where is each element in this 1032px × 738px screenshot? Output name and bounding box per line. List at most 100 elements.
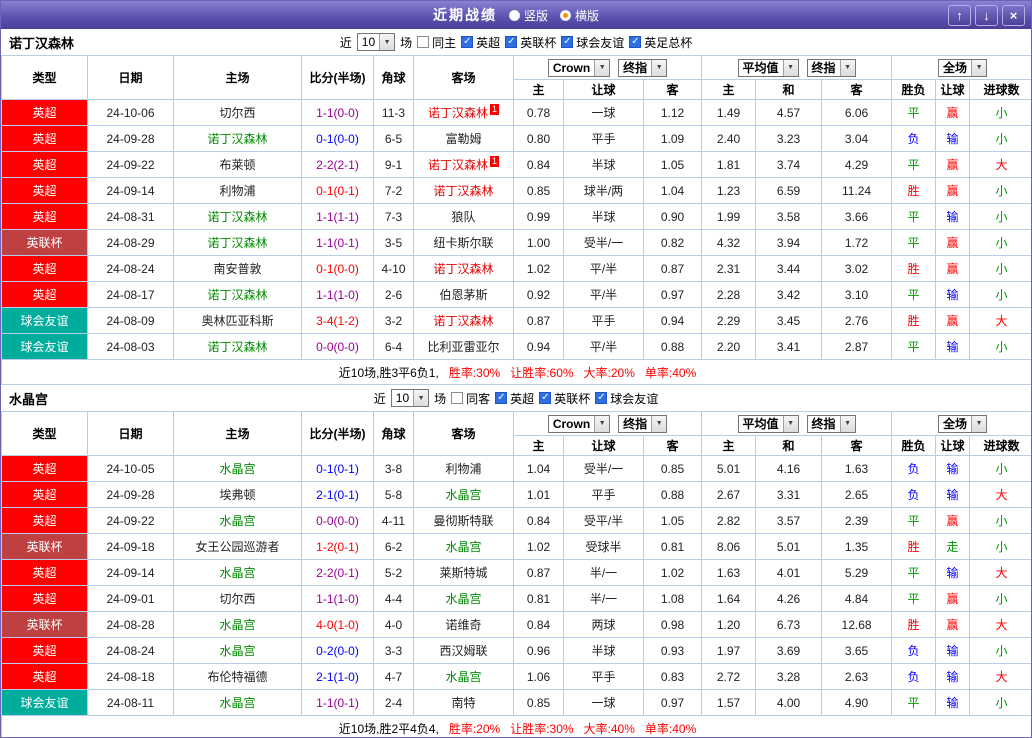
euro-away-odds-cell: 4.90 [821,689,893,716]
date-cell: 24-09-22 [87,507,174,534]
score-cell: 0-0(0-0) [301,333,374,360]
match-row: 英超 24-09-01 切尔西 1-1(1-0) 4-4 水晶宫 0.81 半/一 1.08 1.… [1,585,1031,612]
away-team-cell: 伯恩茅斯 [413,281,514,308]
euro-draw-odds-cell: 5.01 [755,533,823,560]
close-button[interactable]: × [1002,4,1025,26]
subcol-goals: 进球数 [969,79,1031,100]
subcol-euro-home: 主 [701,79,757,100]
euro-home-odds-cell: 8.06 [701,533,757,560]
checkbox-label: 球会友谊 [610,391,659,406]
red-card-badge: 1 [490,104,500,115]
checkbox-label: 英联杯 [554,391,591,406]
match-count-select[interactable]: 10 ▼ [390,389,430,407]
radio-label: 横版 [575,8,600,23]
summary-stat: 单率:40% [644,365,697,380]
away-team-cell: 诺丁汉森林 1 [413,151,514,178]
match-row: 英超 24-09-28 埃弗顿 2-1(0-1) 5-8 水晶宫 1.01 平手 0.88 2.6… [1,481,1031,508]
league-filter-checkbox[interactable]: 球会友谊 [595,390,658,407]
col-header-home: 主场 [173,411,302,456]
radio-selected-icon [560,9,571,21]
chevron-down-icon: ▼ [594,415,610,432]
date-cell: 24-08-03 [87,333,174,360]
league-filter-checkbox[interactable]: 英超 [495,390,534,407]
radio-unselected-icon [508,9,520,21]
asian-away-water-cell: 0.90 [642,203,703,230]
col-header-corners: 角球 [373,411,414,456]
near-label: 近 [339,35,352,50]
move-up-button[interactable]: ↑ [948,4,971,26]
asian-away-water-cell: 0.81 [642,533,703,560]
euro-draw-odds-cell: 3.41 [755,333,823,360]
euro-draw-odds-cell: 3.44 [755,255,823,282]
asian-odds-stage-select[interactable]: 终指 ▼ [618,414,668,433]
asian-handicap-cell: 平手 [563,125,644,152]
league-filter-checkbox[interactable]: 英足总杯 [629,34,692,51]
league-type-cell: 英联杯 [1,533,88,560]
asian-home-water-cell: 0.85 [513,177,564,204]
match-row: 英联杯 24-08-29 诺丁汉森林 1-1(0-1) 3-5 纽卡斯尔联 1.00 受半/一… [1,229,1031,256]
euro-home-odds-cell: 2.67 [701,481,757,508]
euro-home-odds-cell: 1.99 [701,203,757,230]
match-row: 英超 24-09-28 诺丁汉森林 0-1(0-0) 6-5 富勒姆 0.80 平手 1.09 2… [1,125,1031,152]
home-team-cell: 诺丁汉森林 [173,203,302,230]
euro-draw-odds-cell: 4.01 [755,559,823,586]
home-team-cell: 诺丁汉森林 [173,125,302,152]
subcol-goals: 进球数 [969,435,1031,456]
asian-home-water-cell: 0.96 [513,637,564,664]
league-filter-checkbox[interactable]: 球会友谊 [561,34,624,51]
league-filter-checkbox[interactable]: 英联杯 [539,390,590,407]
league-type-cell: 英超 [1,637,88,664]
summary-stat: 单率:40% [644,721,697,736]
asian-home-water-cell: 0.84 [513,611,564,638]
euro-draw-odds-cell: 3.58 [755,203,823,230]
fulltime-result-cell: 负 [891,455,937,482]
euro-home-odds-cell: 1.20 [701,611,757,638]
corners-cell: 5-2 [373,559,414,586]
match-count-select[interactable]: 10 ▼ [356,33,396,51]
col-header-home: 主场 [173,55,302,100]
score-cell: 2-1(1-0) [301,663,374,690]
asian-away-water-cell: 1.08 [642,585,703,612]
euro-odds-type-select[interactable]: 平均值 ▼ [737,58,799,77]
bookmaker-select[interactable]: Crown ▼ [547,58,611,77]
checkbox-checked-icon [561,36,574,48]
bookmaker-select[interactable]: Crown ▼ [547,414,611,433]
asian-home-water-cell: 1.01 [513,481,564,508]
checkbox-unchecked-icon [417,36,430,48]
euro-draw-odds-cell: 3.69 [755,637,823,664]
league-filter-checkbox[interactable]: 英联杯 [505,34,556,51]
venue-filter-checkbox[interactable]: 同主 [417,34,456,51]
euro-odds-type-select[interactable]: 平均值 ▼ [737,414,799,433]
handicap-result-cell: 走 [935,533,971,560]
layout-radio-horizontal[interactable]: 横版 [560,7,599,24]
home-team-cell: 诺丁汉森林 [173,333,302,360]
euro-odds-stage-select[interactable]: 终指 ▼ [806,58,856,77]
scope-select[interactable]: 全场 ▼ [938,58,988,77]
euro-odds-stage-select[interactable]: 终指 ▼ [806,414,856,433]
score-cell: 1-2(0-1) [301,533,374,560]
date-cell: 24-08-18 [87,663,174,690]
handicap-result-cell: 输 [935,559,971,586]
corners-cell: 4-0 [373,611,414,638]
euro-draw-odds-cell: 4.57 [755,99,823,126]
arrow-up-icon: ↑ [956,7,963,23]
league-filter-checkbox[interactable]: 英超 [461,34,500,51]
asian-odds-stage-select[interactable]: 终指 ▼ [618,58,668,77]
move-down-button[interactable]: ↓ [975,4,998,26]
col-header-corners: 角球 [373,55,414,100]
league-type-cell: 英联杯 [1,611,88,638]
euro-away-odds-cell: 1.63 [821,455,893,482]
league-type-cell: 英超 [1,151,88,178]
subcol-result: 胜负 [891,435,937,456]
venue-filter-checkbox[interactable]: 同客 [451,390,490,407]
layout-radio-vertical[interactable]: 竖版 [508,7,548,24]
euro-home-odds-cell: 2.40 [701,125,757,152]
score-cell: 2-1(0-1) [301,481,374,508]
subcol-asian-away: 客 [642,435,703,456]
fulltime-result-cell: 负 [891,481,937,508]
scope-select[interactable]: 全场 ▼ [938,414,988,433]
away-team-cell: 诺丁汉森林 [413,177,514,204]
away-team-cell: 水晶宫 [413,585,514,612]
euro-home-odds-cell: 2.82 [701,507,757,534]
asian-home-water-cell: 1.00 [513,229,564,256]
